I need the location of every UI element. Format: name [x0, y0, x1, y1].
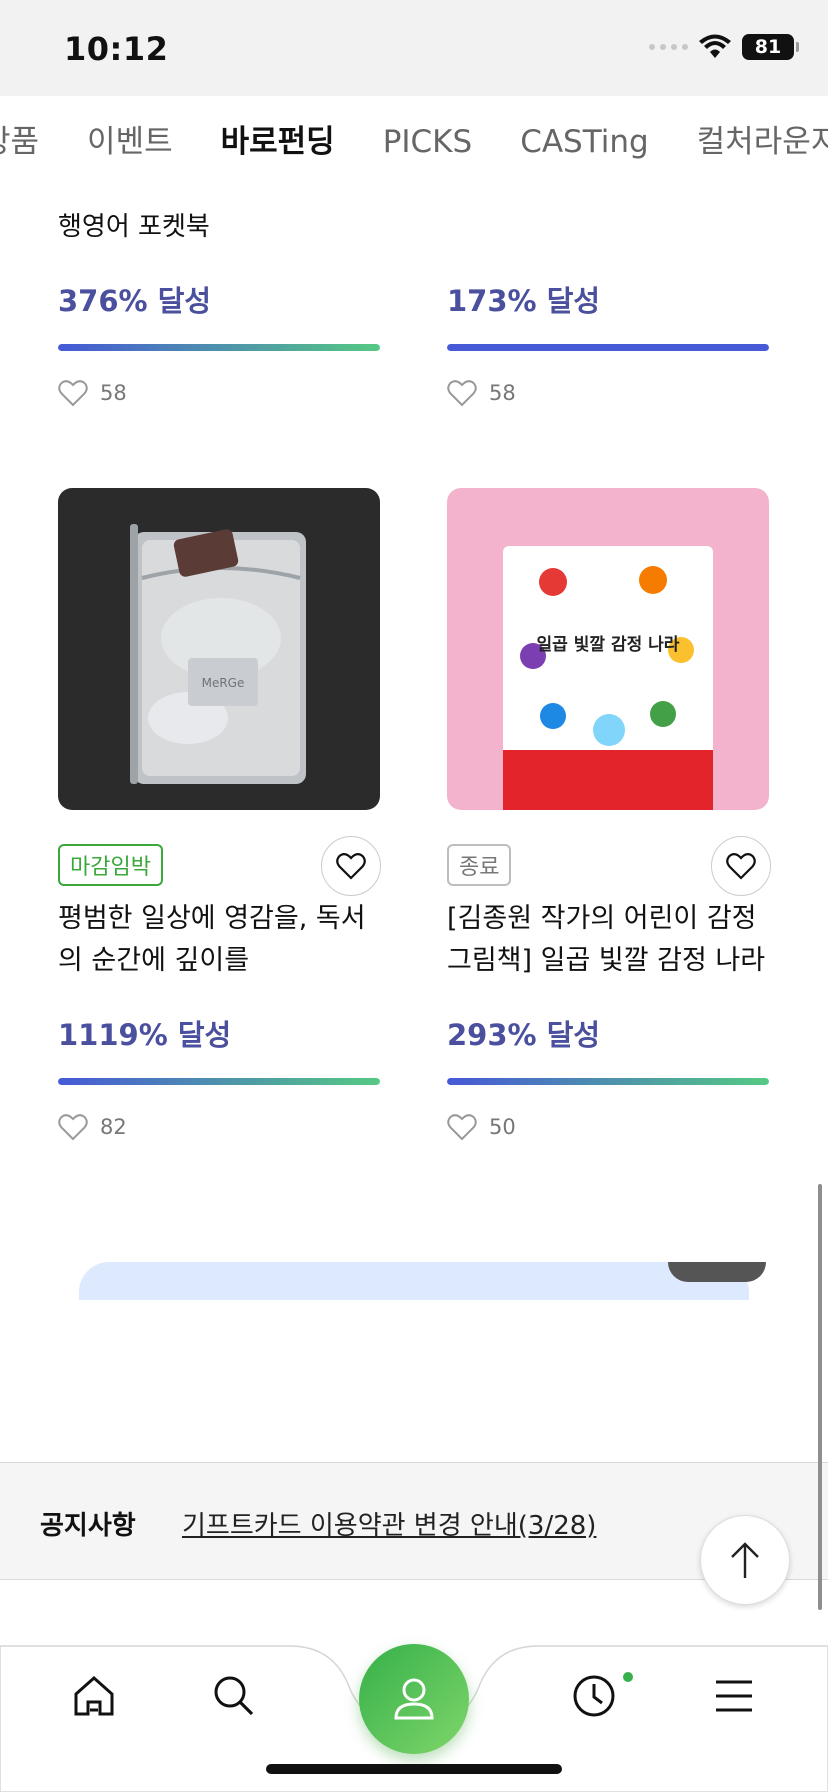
notice-label: 공지사항	[40, 1511, 136, 1541]
notice-link[interactable]: 기프트카드 이용약관 변경 안내(3/28)	[182, 1505, 596, 1542]
progress-fill	[58, 344, 380, 351]
heart-icon	[447, 1114, 477, 1141]
product-title: 행영어 포켓북	[58, 212, 210, 242]
like-count-value: 58	[489, 381, 516, 405]
banner-indicator	[668, 1262, 766, 1282]
nav-recent[interactable]	[568, 1670, 620, 1722]
promo-banner[interactable]	[79, 1262, 749, 1300]
book-cover-art: 일곱 빛깔 감정 나라	[503, 566, 713, 810]
pouch-illustration: MeRGe	[130, 524, 306, 784]
wishlist-button[interactable]	[711, 836, 771, 896]
like-count-value: 58	[100, 381, 127, 405]
nav-home[interactable]	[68, 1670, 120, 1722]
progress-fill	[447, 344, 769, 351]
product-card[interactable]: 평범한 일상에 영감을, 독서의 순간에 깊이를 1119% 달성 82	[58, 898, 380, 1141]
scroll-top-button[interactable]	[700, 1515, 790, 1605]
product-image[interactable]: 일곱 빛깔 감정 나라	[447, 488, 769, 810]
home-icon	[74, 1675, 114, 1716]
wifi-icon	[699, 34, 731, 58]
product-card[interactable]: 행영어 포켓북 376% 달성 58	[58, 206, 380, 407]
tab-picks[interactable]: PICKS	[383, 122, 473, 162]
heart-icon	[58, 1114, 88, 1141]
progress-bar	[447, 1078, 769, 1085]
book-cover-title: 일곱 빛깔 감정 나라	[537, 634, 680, 655]
tab-products[interactable]: 상품	[0, 122, 39, 162]
pouch-logo: MeRGe	[202, 676, 245, 690]
product-card[interactable]: 173% 달성 58	[447, 206, 769, 407]
like-count: 58	[58, 379, 380, 407]
search-icon	[214, 1676, 254, 1716]
progress-bar	[58, 344, 380, 351]
tab-casting[interactable]: CASTing	[520, 122, 648, 162]
tab-culture-lounge[interactable]: 컬처라운지	[697, 122, 828, 162]
achievement-rate: 173% 달성	[447, 284, 601, 318]
scrollbar[interactable]	[818, 1184, 822, 1610]
book-cover: 일곱 빛깔 감정 나라	[503, 546, 713, 810]
progress-fill	[447, 1078, 769, 1085]
heart-icon	[726, 853, 756, 880]
wishlist-button[interactable]	[321, 836, 381, 896]
tab-events[interactable]: 이벤트	[87, 122, 173, 162]
product-card[interactable]: [김종원 작가의 어린이 감정 그림책] 일곱 빛깔 감정 나라 293% 달성…	[447, 898, 769, 1141]
menu-icon	[716, 1680, 752, 1712]
progress-fill	[58, 1078, 380, 1085]
nav-menu[interactable]	[708, 1670, 760, 1722]
achievement-rate: 293% 달성	[447, 1018, 601, 1052]
battery-icon: 81	[742, 34, 799, 60]
status-bar: 10:12 81	[0, 0, 828, 96]
achievement-rate: 376% 달성	[58, 284, 212, 318]
user-icon	[394, 1678, 434, 1720]
product-image[interactable]: MeRGe	[58, 488, 380, 810]
like-count-value: 82	[100, 1115, 127, 1139]
home-indicator	[266, 1764, 562, 1774]
status-time: 10:12	[64, 30, 169, 68]
nav-search[interactable]	[208, 1670, 260, 1722]
arrow-up-icon	[731, 1542, 759, 1578]
clock-icon	[573, 1675, 615, 1717]
achievement-rate: 1119% 달성	[58, 1018, 232, 1052]
progress-bar	[447, 344, 769, 351]
tab-barofunding[interactable]: 바로펀딩	[221, 122, 335, 162]
product-title: 평범한 일상에 영감을, 독서의 순간에 깊이를	[58, 903, 366, 976]
heart-icon	[447, 380, 477, 407]
notification-dot	[623, 1672, 633, 1682]
heart-icon	[58, 380, 88, 407]
like-count-value: 50	[489, 1115, 516, 1139]
like-count: 58	[447, 379, 769, 407]
like-count: 82	[58, 1113, 380, 1141]
my-page-button[interactable]	[359, 1644, 469, 1754]
status-badge: 종료	[447, 844, 512, 886]
like-count: 50	[447, 1113, 769, 1141]
heart-icon	[336, 853, 366, 880]
category-tabs: 상품 이벤트 바로펀딩 PICKS CASTing 컬처라운지	[0, 96, 828, 188]
signal-icon	[649, 44, 688, 50]
progress-bar	[58, 1078, 380, 1085]
status-badge: 마감임박	[58, 844, 163, 886]
product-title: [김종원 작가의 어린이 감정 그림책] 일곱 빛깔 감정 나라	[447, 903, 766, 976]
status-indicators: 81	[649, 34, 799, 60]
